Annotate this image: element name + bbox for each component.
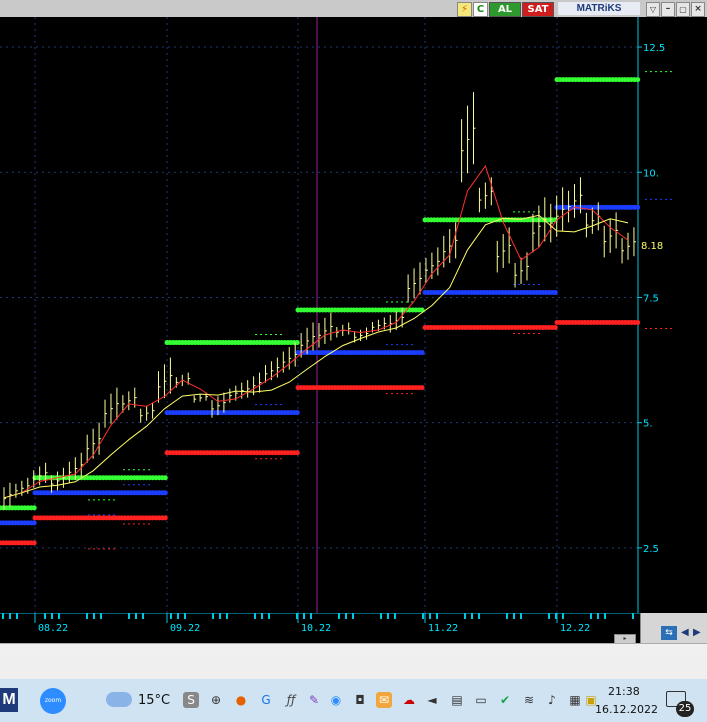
temperature-label[interactable]: 15°C <box>138 693 170 708</box>
x-axis: 08.22 09.22 10.22 11.22 12.22 ▸ <box>0 613 640 644</box>
office-icon[interactable]: ✉ <box>376 692 392 708</box>
y-tick-label: 2.5 <box>643 544 659 555</box>
x-label-dec: 12.22 <box>560 623 591 634</box>
y-tick-label: 7.5 <box>643 293 659 304</box>
speaker-icon[interactable]: ♪ <box>544 692 560 708</box>
chart-nav-panel: ⇆ ◀ ▶ <box>640 613 707 643</box>
chrome-icon[interactable]: G <box>258 692 274 708</box>
app-m-icon[interactable]: M <box>0 688 18 712</box>
clock-time[interactable]: 21:38 <box>608 685 640 698</box>
security-shield-icon[interactable]: ✔ <box>497 692 513 708</box>
battery-monitor-icon[interactable]: ▤ <box>449 692 465 708</box>
chart-settings-icon[interactable]: ⇆ <box>661 626 677 640</box>
x-label-aug: 08.22 <box>38 623 69 634</box>
y-tick-label: 10. <box>643 168 659 179</box>
current-price-label: 8.18 <box>641 241 663 252</box>
x-label-oct: 10.22 <box>301 623 332 634</box>
globe-icon[interactable]: ⊕ <box>208 692 224 708</box>
zoom-small-icon[interactable]: ◉ <box>328 692 344 708</box>
s-app-icon[interactable]: S <box>183 692 199 708</box>
camera-icon[interactable]: ◘ <box>352 692 368 708</box>
firefox-icon[interactable]: ● <box>233 692 249 708</box>
notification-count[interactable]: 25 <box>676 701 694 717</box>
scroll-left-icon[interactable]: ◀ <box>681 627 689 638</box>
keyboard-language-icon[interactable]: ▦ <box>567 692 583 708</box>
price-chart[interactable]: 12.5 10. 7.5 5. 2.5 8.18 <box>0 0 707 625</box>
taskbar: M zoom 15°C S ⊕ ● G ƒƒ ✎ ◉ ◘ ✉ ☁ ◄ ▤ ▭ ✔… <box>0 679 707 722</box>
weather-cloud-icon[interactable] <box>106 692 132 707</box>
wifi-icon[interactable]: ≋ <box>521 692 537 708</box>
zoom-icon[interactable]: zoom <box>40 688 66 714</box>
volume-mute-icon[interactable]: ◄ <box>424 692 440 708</box>
y-tick-label: 12.5 <box>643 43 665 54</box>
network-warning-icon[interactable]: ☁ <box>401 692 417 708</box>
x-label-sep: 09.22 <box>170 623 201 634</box>
scroll-right-nav-icon[interactable]: ▶ <box>693 627 701 638</box>
chart-background <box>0 17 707 613</box>
status-bar <box>0 654 707 679</box>
clock-date[interactable]: 16.12.2022 <box>595 703 658 716</box>
battery-icon[interactable]: ▭ <box>473 692 489 708</box>
feather-icon[interactable]: ✎ <box>306 692 322 708</box>
y-tick-label: 5. <box>643 419 653 430</box>
x-label-nov: 11.22 <box>428 623 459 634</box>
ffi-app-icon[interactable]: ƒƒ <box>283 692 299 708</box>
